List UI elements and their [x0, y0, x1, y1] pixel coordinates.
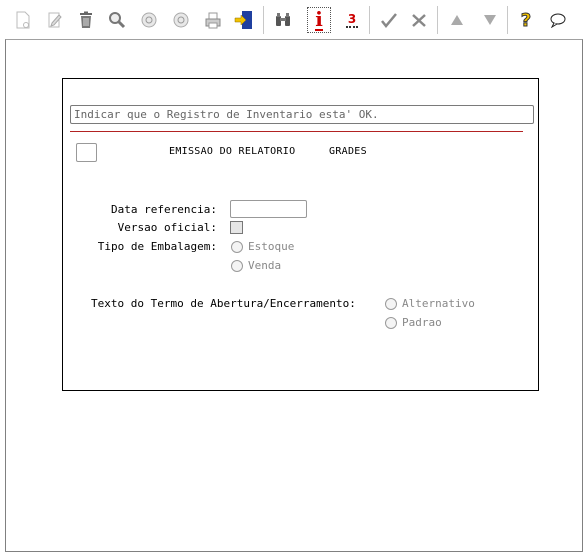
search-icon[interactable]	[104, 6, 130, 34]
binoculars-icon[interactable]	[270, 6, 296, 34]
radio-estoque-label: Estoque	[248, 240, 295, 253]
radio-estoque[interactable]	[231, 241, 243, 253]
numbering-glyph: 3	[345, 12, 359, 28]
info-icon[interactable]: i	[306, 6, 332, 34]
up-icon[interactable]	[444, 6, 470, 34]
radio-padrao-label: Padrao	[402, 316, 442, 329]
radio-alternativo-label: Alternativo	[402, 297, 475, 310]
tipo-embalagem-label: Tipo de Embalagem:	[97, 240, 217, 253]
data-referencia-input[interactable]	[230, 200, 307, 218]
help-icon[interactable]: ?	[513, 6, 539, 34]
previous-icon[interactable]	[136, 6, 162, 34]
down-icon[interactable]	[477, 6, 503, 34]
divider	[70, 131, 523, 132]
status-message: Indicar que o Registro de Inventario est…	[70, 105, 534, 124]
info-glyph: i	[315, 7, 323, 31]
next-icon[interactable]	[168, 6, 194, 34]
toolbar: i 3 ?	[0, 0, 583, 40]
radio-alternativo[interactable]	[385, 298, 397, 310]
confirm-icon[interactable]	[376, 6, 402, 34]
data-referencia-label: Data referencia:	[111, 203, 217, 216]
exit-icon[interactable]	[231, 6, 257, 34]
texto-termo-label: Texto do Termo de Abertura/Encerramento:	[91, 297, 356, 310]
report-subtitle: GRADES	[329, 146, 367, 157]
edit-icon[interactable]	[42, 6, 68, 34]
radio-venda-label: Venda	[248, 259, 282, 272]
form-panel: Indicar que o Registro de Inventario est…	[62, 78, 539, 391]
report-title: EMISSAO DO RELATORIO	[169, 146, 296, 157]
print-icon[interactable]	[200, 6, 226, 34]
help-glyph: ?	[520, 9, 532, 31]
delete-icon[interactable]	[73, 6, 99, 34]
action-button[interactable]	[76, 143, 97, 162]
radio-venda[interactable]	[231, 260, 243, 272]
radio-padrao[interactable]	[385, 317, 397, 329]
versao-oficial-label: Versao oficial:	[117, 221, 217, 234]
new-icon[interactable]	[10, 6, 36, 34]
numbering-icon[interactable]: 3	[339, 6, 365, 34]
versao-oficial-checkbox[interactable]	[230, 221, 243, 234]
cancel-icon[interactable]	[406, 6, 432, 34]
comment-icon[interactable]	[545, 6, 571, 34]
